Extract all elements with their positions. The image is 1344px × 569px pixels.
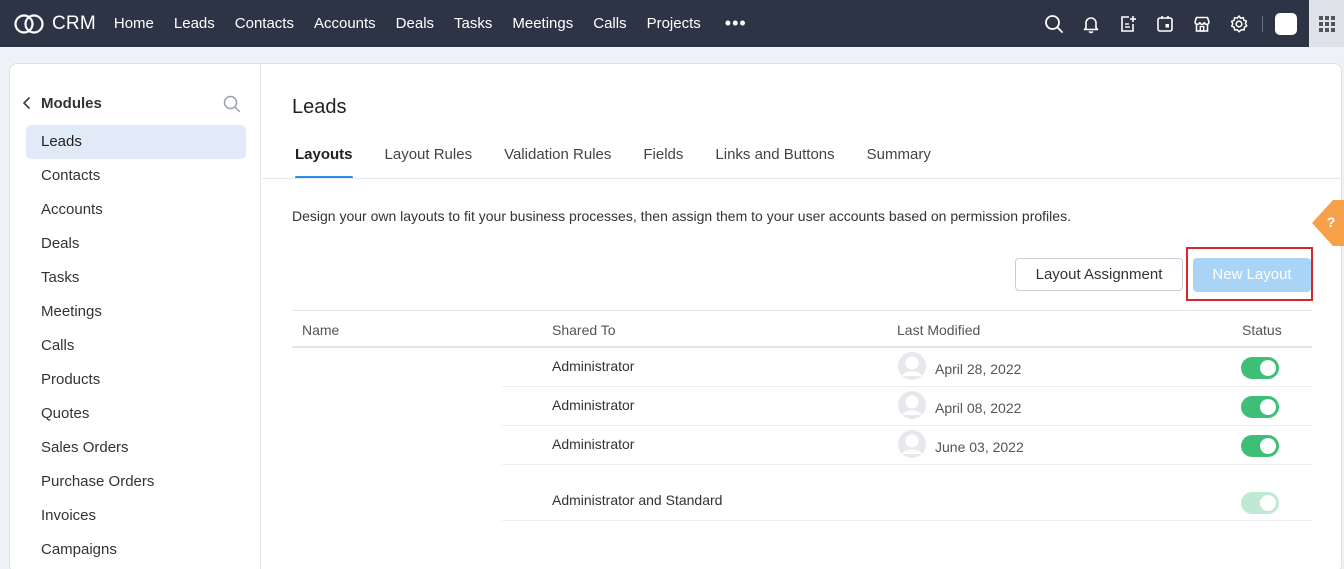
- nav-home[interactable]: Home: [114, 15, 154, 32]
- layouts-content: Leads Layouts Layout Rules Validation Ru…: [262, 64, 1341, 569]
- nav-leads[interactable]: Leads: [174, 15, 215, 32]
- shared-to-cell: Administrator: [552, 436, 635, 452]
- sidebar-item-purchase-orders[interactable]: Purchase Orders: [26, 465, 246, 499]
- modules-sidebar: Modules Leads Contacts Accounts Deals Ta…: [10, 64, 261, 569]
- toggle-knob: [1260, 360, 1276, 376]
- store-icon[interactable]: [1191, 13, 1213, 35]
- user-avatar-icon: [897, 429, 927, 464]
- sidebar-item-calls[interactable]: Calls: [26, 329, 246, 363]
- sidebar-module-list: Leads Contacts Accounts Deals Tasks Meet…: [26, 125, 246, 567]
- tab-layout-rules[interactable]: Layout Rules: [382, 146, 476, 179]
- table-row[interactable]: Administrator April 08, 2022: [502, 387, 1312, 426]
- app-name: CRM: [52, 12, 96, 34]
- nav-deals[interactable]: Deals: [396, 15, 434, 32]
- toggle-knob: [1260, 399, 1276, 415]
- help-label: ?: [1327, 214, 1336, 230]
- shared-to-cell: Administrator: [552, 397, 635, 413]
- tab-layouts[interactable]: Layouts: [292, 146, 356, 179]
- sidebar-item-leads[interactable]: Leads: [26, 125, 246, 159]
- sidebar-item-products[interactable]: Products: [26, 363, 246, 397]
- status-toggle: [1241, 492, 1279, 514]
- layouts-description: Design your own layouts to fit your busi…: [292, 208, 1071, 224]
- header-status[interactable]: Status: [1242, 322, 1282, 338]
- tab-fields[interactable]: Fields: [640, 146, 686, 179]
- status-toggle[interactable]: [1241, 435, 1279, 457]
- nav-projects[interactable]: Projects: [647, 15, 701, 32]
- sidebar-header: Modules: [10, 92, 261, 116]
- header-name[interactable]: Name: [302, 322, 339, 338]
- last-modified-cell: April 08, 2022: [935, 400, 1022, 416]
- user-avatar-icon: [897, 390, 927, 425]
- user-avatar[interactable]: [1275, 12, 1297, 35]
- back-chevron-icon[interactable]: [21, 96, 33, 115]
- shared-to-cell: Administrator and Standard: [552, 492, 723, 508]
- table-header: Name Shared To Last Modified Status: [292, 310, 1312, 348]
- apps-grid-icon: [1318, 15, 1335, 32]
- tab-links-and-buttons[interactable]: Links and Buttons: [712, 146, 837, 179]
- nav-more-icon[interactable]: •••: [725, 13, 747, 34]
- sidebar-item-invoices[interactable]: Invoices: [26, 499, 246, 533]
- table-row[interactable]: Administrator June 03, 2022: [502, 426, 1312, 465]
- bell-icon[interactable]: [1080, 13, 1102, 35]
- nav-calls[interactable]: Calls: [593, 15, 626, 32]
- status-toggle[interactable]: [1241, 357, 1279, 379]
- crm-logo[interactable]: CRM: [13, 13, 96, 35]
- toggle-knob: [1260, 438, 1276, 454]
- last-modified-cell: June 03, 2022: [935, 439, 1024, 455]
- divider: [1262, 15, 1263, 32]
- user-avatar-icon: [897, 351, 927, 386]
- search-icon[interactable]: [1043, 13, 1065, 35]
- sidebar-item-quotes[interactable]: Quotes: [26, 397, 246, 431]
- sidebar-title: Modules: [41, 95, 102, 112]
- add-note-icon[interactable]: [1117, 13, 1139, 35]
- sidebar-item-accounts[interactable]: Accounts: [26, 193, 246, 227]
- table-row[interactable]: Administrator and Standard: [502, 465, 1312, 521]
- header-last-modified[interactable]: Last Modified: [897, 322, 980, 338]
- tab-validation-rules[interactable]: Validation Rules: [501, 146, 614, 179]
- page-title: Leads: [292, 96, 347, 118]
- settings-card: Modules Leads Contacts Accounts Deals Ta…: [9, 63, 1342, 569]
- tab-summary[interactable]: Summary: [864, 146, 934, 179]
- nav-accounts[interactable]: Accounts: [314, 15, 376, 32]
- last-modified-cell: April 28, 2022: [935, 361, 1022, 377]
- tabs-divider: [262, 178, 1341, 179]
- top-navbar: CRM Home Leads Contacts Accounts Deals T…: [0, 0, 1344, 47]
- module-tabs: Layouts Layout Rules Validation Rules Fi…: [292, 146, 960, 179]
- nav-tasks[interactable]: Tasks: [454, 15, 492, 32]
- header-shared-to[interactable]: Shared To: [552, 322, 616, 338]
- apps-grid-button[interactable]: [1309, 0, 1344, 47]
- sidebar-search-icon[interactable]: [223, 95, 241, 118]
- nav-contacts[interactable]: Contacts: [235, 15, 294, 32]
- table-row[interactable]: Administrator April 28, 2022: [502, 348, 1312, 387]
- sidebar-item-campaigns[interactable]: Campaigns: [26, 533, 246, 567]
- sidebar-item-contacts[interactable]: Contacts: [26, 159, 246, 193]
- sidebar-item-tasks[interactable]: Tasks: [26, 261, 246, 295]
- toggle-knob: [1260, 495, 1276, 511]
- new-layout-button[interactable]: New Layout: [1193, 258, 1311, 292]
- sidebar-item-meetings[interactable]: Meetings: [26, 295, 246, 329]
- gear-icon[interactable]: [1228, 13, 1250, 35]
- sidebar-item-deals[interactable]: Deals: [26, 227, 246, 261]
- calendar-icon[interactable]: [1154, 13, 1176, 35]
- sidebar-item-sales-orders[interactable]: Sales Orders: [26, 431, 246, 465]
- layout-assignment-button[interactable]: Layout Assignment: [1015, 258, 1183, 291]
- crm-logo-icon: [14, 13, 44, 34]
- shared-to-cell: Administrator: [552, 358, 635, 374]
- status-toggle[interactable]: [1241, 396, 1279, 418]
- top-icon-group: [1028, 0, 1297, 47]
- help-tab[interactable]: ?: [1309, 200, 1344, 246]
- nav-meetings[interactable]: Meetings: [512, 15, 573, 32]
- help-question-icon: ?: [1312, 200, 1344, 246]
